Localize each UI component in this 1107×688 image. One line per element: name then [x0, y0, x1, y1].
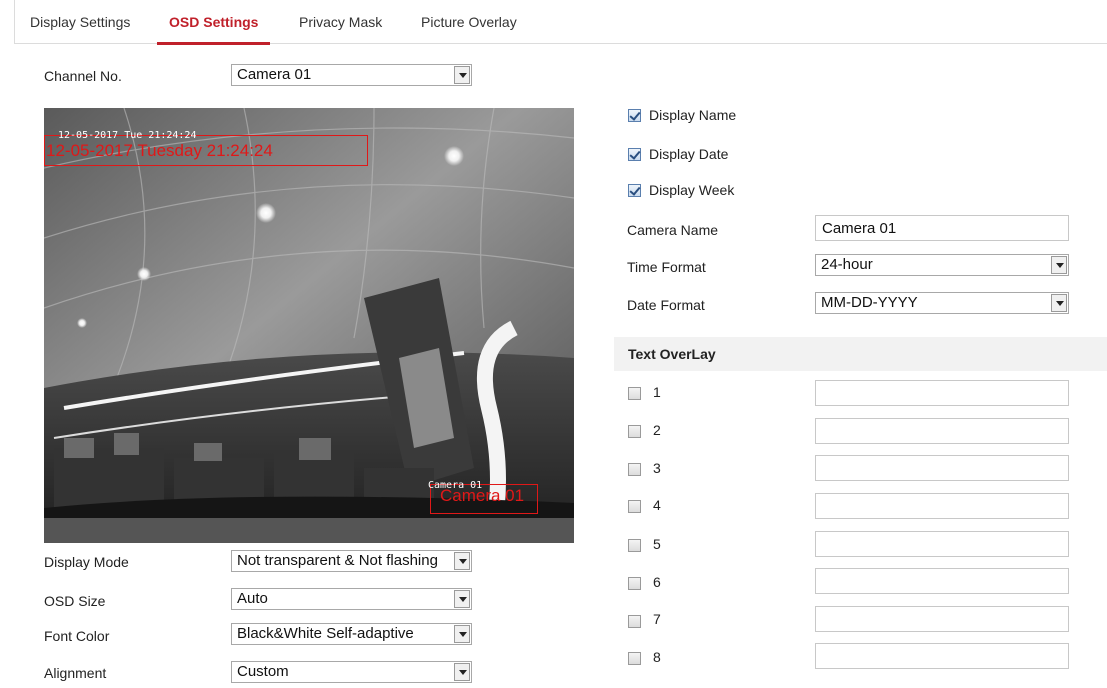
display-mode-select[interactable]: Not transparent & Not flashing	[231, 550, 472, 572]
text-overlay-3-checkbox[interactable]	[628, 463, 641, 476]
text-overlay-8-input[interactable]	[815, 643, 1069, 669]
camera-name-input[interactable]	[815, 215, 1069, 241]
camera-name-label: Camera Name	[627, 222, 719, 238]
text-overlay-5-input[interactable]	[815, 531, 1069, 557]
display-week-label: Display Week	[649, 182, 735, 198]
chevron-down-icon[interactable]	[454, 663, 470, 681]
time-format-select[interactable]: 24-hour	[815, 254, 1069, 276]
text-overlay-5-label: 5	[653, 536, 661, 552]
display-name-label: Display Name	[649, 107, 737, 123]
channel-no-value: Camera 01	[237, 66, 312, 83]
osd-size-label: OSD Size	[44, 593, 106, 609]
text-overlay-4-label: 4	[653, 497, 661, 513]
text-overlay-1-checkbox[interactable]	[628, 387, 641, 400]
alignment-select[interactable]: Custom	[231, 661, 472, 683]
chevron-down-icon[interactable]	[1051, 294, 1067, 312]
tab-bar-border	[14, 0, 15, 44]
channel-no-label: Channel No.	[44, 68, 122, 84]
text-overlay-5-checkbox[interactable]	[628, 539, 641, 552]
display-name-checkbox[interactable]	[628, 109, 641, 122]
date-format-label: Date Format	[627, 297, 705, 313]
display-mode-value: Not transparent & Not flashing	[237, 552, 438, 569]
chevron-down-icon[interactable]	[1051, 256, 1067, 274]
text-overlay-1-label: 1	[653, 384, 661, 400]
text-overlay-header: Text OverLay	[614, 337, 1107, 371]
live-preview[interactable]: 12-05-2017 Tue 21:24:24 12-05-2017 Tuesd…	[44, 108, 574, 543]
chevron-down-icon[interactable]	[454, 625, 470, 643]
text-overlay-2-checkbox[interactable]	[628, 425, 641, 438]
text-overlay-3-label: 3	[653, 460, 661, 476]
text-overlay-2-label: 2	[653, 422, 661, 438]
text-overlay-6-input[interactable]	[815, 568, 1069, 594]
alignment-label: Alignment	[44, 665, 107, 681]
text-overlay-6-label: 6	[653, 574, 661, 590]
tab-privacy-mask[interactable]: Privacy Mask	[299, 0, 382, 44]
date-format-select[interactable]: MM-DD-YYYY	[815, 292, 1069, 314]
tab-display-settings[interactable]: Display Settings	[30, 0, 130, 44]
camera-image	[44, 108, 574, 543]
chevron-down-icon[interactable]	[454, 590, 470, 608]
text-overlay-2-input[interactable]	[815, 418, 1069, 444]
text-overlay-1-input[interactable]	[815, 380, 1069, 406]
channel-no-select[interactable]: Camera 01	[231, 64, 472, 86]
time-format-label: Time Format	[627, 259, 706, 275]
font-color-label: Font Color	[44, 628, 110, 644]
osd-date-large: 12-05-2017 Tuesday 21:24:24	[46, 141, 273, 160]
text-overlay-3-input[interactable]	[815, 455, 1069, 481]
date-format-value: MM-DD-YYYY	[821, 294, 918, 311]
osd-size-value: Auto	[237, 590, 268, 607]
time-format-value: 24-hour	[821, 256, 873, 273]
osd-name-large: Camera 01	[440, 486, 525, 505]
text-overlay-4-input[interactable]	[815, 493, 1069, 519]
alignment-value: Custom	[237, 663, 289, 680]
osd-date-small: 12-05-2017 Tue 21:24:24	[58, 130, 197, 141]
text-overlay-6-checkbox[interactable]	[628, 577, 641, 590]
display-date-label: Display Date	[649, 146, 729, 162]
display-mode-label: Display Mode	[44, 554, 129, 570]
osd-size-select[interactable]: Auto	[231, 588, 472, 610]
text-overlay-7-input[interactable]	[815, 606, 1069, 632]
chevron-down-icon[interactable]	[454, 66, 470, 84]
chevron-down-icon[interactable]	[454, 552, 470, 570]
font-color-value: Black&White Self-adaptive	[237, 625, 414, 642]
text-overlay-title: Text OverLay	[628, 346, 716, 362]
text-overlay-8-checkbox[interactable]	[628, 652, 641, 665]
text-overlay-8-label: 8	[653, 649, 661, 665]
display-week-checkbox[interactable]	[628, 184, 641, 197]
display-date-checkbox[interactable]	[628, 148, 641, 161]
text-overlay-4-checkbox[interactable]	[628, 500, 641, 513]
text-overlay-7-checkbox[interactable]	[628, 615, 641, 628]
font-color-select[interactable]: Black&White Self-adaptive	[231, 623, 472, 645]
tab-picture-overlay[interactable]: Picture Overlay	[421, 0, 517, 44]
tab-osd-settings[interactable]: OSD Settings	[156, 0, 272, 45]
text-overlay-7-label: 7	[653, 611, 661, 627]
